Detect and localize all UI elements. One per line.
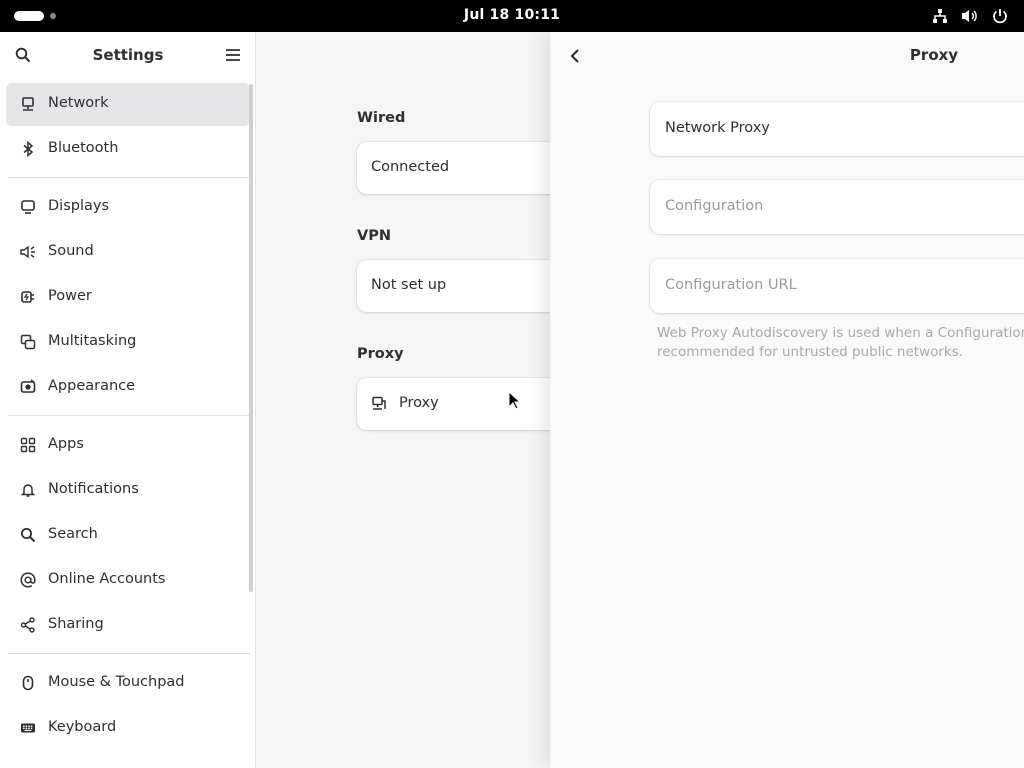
chevron-left-icon — [570, 49, 579, 63]
sidebar-header: Settings — [0, 32, 255, 78]
configuration-url-label: Configuration URL — [665, 277, 797, 293]
configuration-url-row[interactable]: Configuration URL — [650, 259, 1024, 313]
sidebar-list: Network Bluetooth Displays Sound Power M… — [0, 83, 255, 752]
proxy-icon — [372, 396, 386, 410]
sidebar-item-apps[interactable]: Apps — [6, 424, 250, 467]
power-icon[interactable] — [990, 6, 1010, 26]
at-sign-icon — [19, 571, 37, 589]
sidebar-item-label: Bluetooth — [48, 140, 119, 156]
sidebar-item-keyboard[interactable]: Keyboard — [6, 707, 250, 750]
sidebar-item-displays[interactable]: Displays — [6, 186, 250, 229]
hamburger-menu-icon — [226, 49, 240, 61]
vpn-status: Not set up — [371, 277, 447, 293]
sidebar-separator — [8, 177, 250, 178]
sidebar-item-label: Power — [48, 288, 92, 304]
clock[interactable]: Jul 18 10:11 — [0, 7, 1024, 23]
system-tray[interactable] — [930, 6, 1010, 26]
network-wired-icon[interactable] — [930, 6, 950, 26]
proxy-panel-title: Proxy — [909, 46, 959, 64]
sidebar-item-label: Notifications — [48, 481, 139, 497]
sidebar-scrollbar[interactable] — [249, 84, 253, 592]
proxy-label: Proxy — [399, 395, 439, 411]
sidebar-item-label: Apps — [48, 436, 84, 452]
sidebar-item-power[interactable]: Power — [6, 276, 250, 319]
sidebar-separator — [8, 653, 250, 654]
settings-sidebar: Settings Network Bluetooth Displays Soun… — [0, 32, 256, 768]
sound-icon — [19, 243, 37, 261]
wired-status: Connected — [371, 159, 450, 175]
appearance-icon — [19, 378, 37, 396]
mouse-cursor-icon — [508, 391, 522, 410]
wired-section-title: Wired — [357, 110, 406, 126]
proxy-panel: Proxy Network Proxy Configuration Config… — [550, 32, 1024, 768]
network-proxy-label: Network Proxy — [665, 120, 770, 136]
mouse-icon — [19, 674, 37, 692]
vpn-section-title: VPN — [357, 228, 391, 244]
power-plug-icon — [19, 288, 37, 306]
network-proxy-row[interactable]: Network Proxy — [650, 102, 1024, 156]
sidebar-item-appearance[interactable]: Appearance — [6, 366, 250, 409]
bell-icon — [19, 481, 37, 499]
sidebar-item-label: Network — [48, 95, 109, 111]
sidebar-item-label: Sound — [48, 243, 94, 259]
sidebar-item-sound[interactable]: Sound — [6, 231, 250, 274]
sidebar-item-label: Online Accounts — [48, 571, 166, 587]
sidebar-item-multitasking[interactable]: Multitasking — [6, 321, 250, 364]
volume-icon[interactable] — [960, 6, 980, 26]
configuration-row[interactable]: Configuration — [650, 180, 1024, 234]
proxy-note: Web Proxy Autodiscovery is used when a C… — [657, 324, 1024, 362]
sidebar-item-online-accounts[interactable]: Online Accounts — [6, 559, 250, 602]
sidebar-separator — [8, 415, 250, 416]
proxy-note-line: recommended for untrusted public network… — [657, 344, 964, 360]
main-menu-button[interactable] — [222, 44, 244, 66]
sidebar-item-label: Search — [48, 526, 98, 542]
apps-icon — [19, 436, 37, 454]
sidebar-item-label: Displays — [48, 198, 110, 214]
keyboard-icon — [19, 719, 37, 737]
bluetooth-icon — [19, 140, 37, 158]
proxy-section-title: Proxy — [357, 346, 404, 362]
sidebar-item-label: Sharing — [48, 616, 104, 632]
sidebar-item-sharing[interactable]: Sharing — [6, 604, 250, 647]
top-bar: Jul 18 10:11 — [0, 0, 1024, 32]
proxy-note-line: Web Proxy Autodiscovery is used when a C… — [657, 325, 1024, 341]
multitasking-icon — [19, 333, 37, 351]
sidebar-item-bluetooth[interactable]: Bluetooth — [6, 128, 250, 171]
sidebar-item-search[interactable]: Search — [6, 514, 250, 557]
network-icon — [19, 95, 37, 113]
sidebar-item-notifications[interactable]: Notifications — [6, 469, 250, 512]
sidebar-item-network[interactable]: Network — [6, 83, 250, 126]
sidebar-item-label: Multitasking — [48, 333, 137, 349]
share-icon — [19, 616, 37, 634]
sidebar-item-mouse-touchpad[interactable]: Mouse & Touchpad — [6, 662, 250, 705]
sidebar-item-label: Keyboard — [48, 719, 117, 735]
sidebar-title: Settings — [92, 46, 164, 64]
configuration-label: Configuration — [665, 198, 764, 214]
search-icon — [19, 526, 37, 544]
sidebar-item-label: Mouse & Touchpad — [48, 674, 185, 690]
back-button[interactable] — [563, 44, 587, 68]
display-icon — [19, 198, 37, 216]
sidebar-item-label: Appearance — [48, 378, 136, 394]
